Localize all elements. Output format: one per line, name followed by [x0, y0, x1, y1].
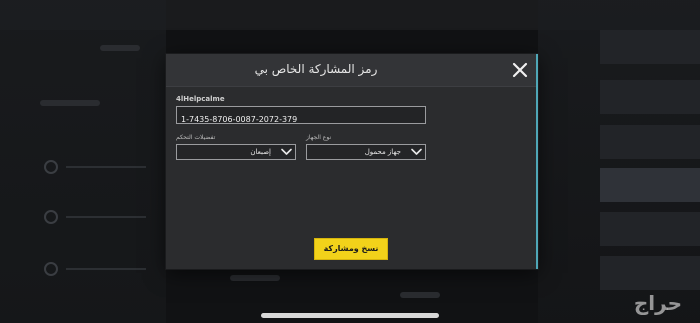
background-slider [66, 216, 146, 218]
close-icon [512, 62, 528, 78]
code-label: 4lHelpcalme [176, 95, 225, 103]
dialog-title: رمز المشاركة الخاص بي [254, 62, 378, 76]
close-button[interactable] [510, 60, 530, 80]
device-type-label: نوع الجهاز [306, 134, 332, 141]
background-radio [44, 160, 58, 174]
copy-and-share-button[interactable]: نسخ ومشاركة [314, 238, 388, 260]
background-sidebar-item [600, 168, 700, 202]
background-slider [66, 268, 146, 270]
background-sidebar-item [600, 125, 700, 159]
background-label [100, 45, 140, 51]
background-radio [44, 210, 58, 224]
device-type-select[interactable]: جهاز محمول [306, 144, 426, 160]
background-label [40, 100, 100, 106]
control-preferences-label: تفضيلات التحكم [176, 134, 216, 141]
background-radio [44, 262, 58, 276]
game-screen: رمز المشاركة الخاص بي 4lHelpcalme تفضيلا… [0, 0, 700, 323]
chevron-down-icon [411, 148, 422, 155]
control-preferences-select[interactable]: إصبعان [176, 144, 296, 160]
background-sidebar-item [600, 30, 700, 64]
device-type-value: جهاز محمول [364, 148, 401, 156]
share-code-dialog: رمز المشاركة الخاص بي 4lHelpcalme تفضيلا… [166, 54, 538, 269]
background-label [230, 275, 280, 281]
control-preferences-value: إصبعان [250, 148, 271, 156]
dialog-header: رمز المشاركة الخاص بي [166, 54, 536, 87]
background-label [400, 292, 440, 298]
background-sidebar-item [600, 256, 700, 290]
background-sidebar-item [600, 80, 700, 114]
home-indicator[interactable] [261, 313, 439, 318]
share-code-input[interactable] [177, 111, 425, 128]
background-slider [66, 166, 146, 168]
share-code-field[interactable] [176, 106, 426, 128]
chevron-down-icon [281, 148, 292, 155]
watermark-logo: حراج [633, 291, 682, 315]
copy-and-share-label: نسخ ومشاركة [323, 244, 379, 253]
background-left-panel [0, 0, 166, 323]
background-sidebar-item [600, 212, 700, 246]
